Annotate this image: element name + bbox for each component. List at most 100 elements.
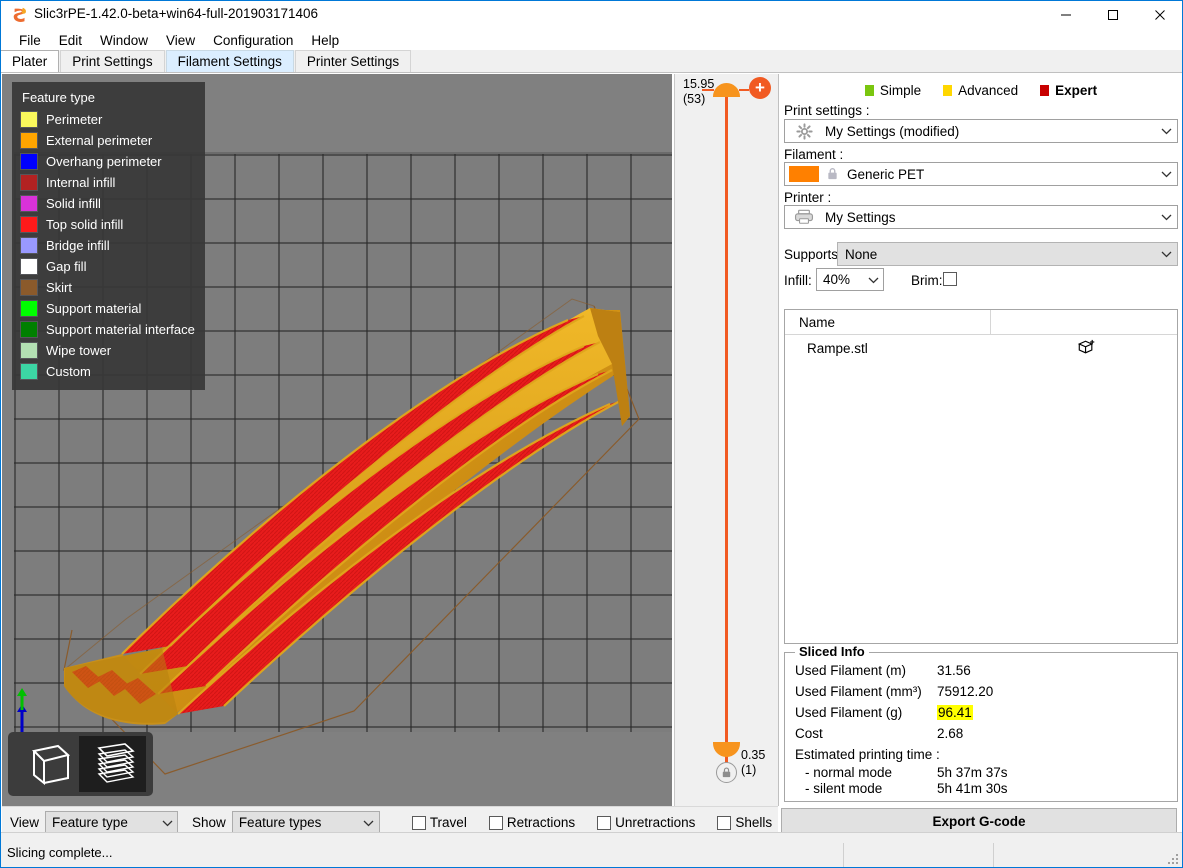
tab-plater[interactable]: Plater	[0, 50, 60, 72]
printer-combo[interactable]: My Settings	[784, 205, 1178, 229]
retractions-checkbox-box	[488, 815, 503, 830]
filament-value: Generic PET	[847, 166, 925, 182]
layer-slider-track[interactable]	[725, 90, 728, 780]
print-settings-combo[interactable]: My Settings (modified)	[784, 119, 1178, 143]
infill-combo[interactable]: 40%	[816, 268, 884, 291]
main-tab-bar: Plater Print Settings Filament Settings …	[0, 50, 1183, 72]
editor-view-button[interactable]	[12, 736, 79, 792]
used-filament-mm3-label: Used Filament (mm³)	[795, 684, 922, 699]
legend-color-swatch	[20, 342, 38, 359]
chevron-down-icon	[157, 819, 177, 827]
supports-label: Supports:	[784, 247, 842, 262]
maximize-button[interactable]	[1090, 0, 1136, 30]
resize-grip-icon[interactable]	[1168, 854, 1180, 866]
menu-view[interactable]: View	[157, 31, 204, 50]
chevron-down-icon	[1155, 170, 1177, 178]
app-logo-icon	[13, 7, 26, 22]
legend-title: Feature type	[22, 90, 95, 105]
retractions-checkbox[interactable]: Retractions	[488, 815, 575, 830]
add-part-cube-icon[interactable]	[1077, 338, 1096, 360]
mode-advanced-color-icon	[943, 84, 953, 96]
supports-combo[interactable]: None	[837, 242, 1178, 266]
legend-item-bridge-infill: Bridge infill	[20, 235, 195, 256]
lock-icon	[819, 167, 845, 181]
lock-sliders-button[interactable]	[716, 762, 737, 783]
close-button[interactable]	[1137, 0, 1183, 30]
preview-view-button[interactable]	[79, 736, 146, 792]
layer-slider-lower-thumb[interactable]	[713, 742, 740, 757]
sliced-info-title: Sliced Info	[795, 644, 869, 659]
layer-slider-bottom-readout: 0.35 (1)	[741, 748, 765, 778]
show-type-combo[interactable]: Feature types	[231, 811, 380, 834]
status-message: Slicing complete...	[7, 845, 113, 860]
printer-icon	[785, 206, 823, 228]
add-color-change-button[interactable]: +	[749, 77, 771, 99]
normal-mode-label: - normal mode	[805, 765, 893, 780]
layer-slider-top-readout: 15.95 (53)	[683, 77, 714, 107]
mode-expert[interactable]: Expert	[1040, 83, 1097, 98]
legend-item-overhang-perimeter: Overhang perimeter	[20, 151, 195, 172]
legend-item-perimeter: Perimeter	[20, 109, 195, 130]
right-sidebar: Simple Advanced Expert Print settings :	[778, 74, 1182, 806]
used-filament-mm3-value: 75912.20	[937, 684, 994, 699]
legend-item-label: Top solid infill	[46, 217, 124, 232]
print-settings-value: My Settings (modified)	[825, 123, 960, 139]
legend-color-swatch	[20, 174, 38, 191]
mode-simple[interactable]: Simple	[864, 83, 921, 98]
travel-label: Travel	[429, 815, 467, 830]
cube-outline-icon	[31, 744, 70, 786]
chevron-down-icon	[1155, 127, 1177, 135]
brim-label: Brim:	[911, 273, 943, 288]
menu-help[interactable]: Help	[302, 31, 348, 50]
export-gcode-button[interactable]: Export G-code	[781, 808, 1177, 834]
shells-label: Shells	[735, 815, 773, 830]
menu-window[interactable]: Window	[91, 31, 157, 50]
shells-checkbox[interactable]: Shells	[717, 815, 772, 830]
legend-item-label: Gap fill	[46, 259, 87, 274]
view-type-combo[interactable]: Feature type	[45, 811, 179, 834]
legend-item-external-perimeter: External perimeter	[20, 130, 195, 151]
main-content: Feature type Perimeter External perimete…	[0, 72, 1183, 838]
unretractions-checkbox-box	[597, 815, 612, 830]
legend-item-skirt: Skirt	[20, 277, 195, 298]
silent-mode-label: - silent mode	[805, 781, 883, 796]
unretractions-label: Unretractions	[615, 815, 696, 830]
brim-checkbox[interactable]	[943, 272, 957, 286]
tab-printer-settings[interactable]: Printer Settings	[294, 50, 412, 72]
tab-print-settings[interactable]: Print Settings	[60, 50, 165, 72]
object-list[interactable]: Name Rampe.stl	[784, 309, 1178, 644]
application-window: Slic3rPE-1.42.0-beta+win64-full-20190317…	[0, 0, 1183, 868]
legend-item-label: External perimeter	[46, 133, 153, 148]
layer-slider-bottom-value: 0.35	[741, 748, 766, 762]
menu-configuration[interactable]: Configuration	[204, 31, 302, 50]
used-filament-g-value: 96.41	[937, 705, 973, 720]
menu-edit[interactable]: Edit	[50, 31, 91, 50]
used-filament-g-label: Used Filament (g)	[795, 705, 903, 720]
mode-advanced[interactable]: Advanced	[943, 83, 1018, 98]
show-label: Show	[192, 815, 226, 830]
legend-item-internal-infill: Internal infill	[20, 172, 195, 193]
shells-checkbox-box	[717, 815, 732, 830]
cost-value: 2.68	[937, 726, 964, 741]
gcode-preview-viewport[interactable]: Feature type Perimeter External perimete…	[2, 74, 672, 806]
status-divider-1	[843, 843, 844, 867]
tab-filament-settings[interactable]: Filament Settings	[165, 50, 294, 72]
unretractions-checkbox[interactable]: Unretractions	[597, 815, 695, 830]
lock-icon	[722, 767, 731, 778]
legend-item-solid-infill: Solid infill	[20, 193, 195, 214]
mode-selector: Simple Advanced Expert	[779, 79, 1183, 101]
legend-item-support-material: Support material	[20, 298, 195, 319]
filament-combo[interactable]: Generic PET	[784, 162, 1178, 186]
layer-slider-upper-thumb[interactable]	[713, 83, 740, 97]
travel-checkbox[interactable]: Travel	[411, 815, 467, 830]
legend-item-label: Custom	[46, 364, 91, 379]
menu-file[interactable]: File	[10, 31, 50, 50]
minimize-button[interactable]	[1043, 0, 1089, 30]
legend-color-swatch	[20, 279, 38, 296]
object-list-row[interactable]: Rampe.stl	[785, 335, 1177, 361]
show-type-value: Feature types	[238, 815, 322, 830]
chevron-down-icon	[863, 276, 883, 284]
infill-label: Infill:	[784, 273, 812, 288]
travel-checkbox-box	[411, 815, 426, 830]
mode-simple-color-icon	[864, 84, 874, 96]
